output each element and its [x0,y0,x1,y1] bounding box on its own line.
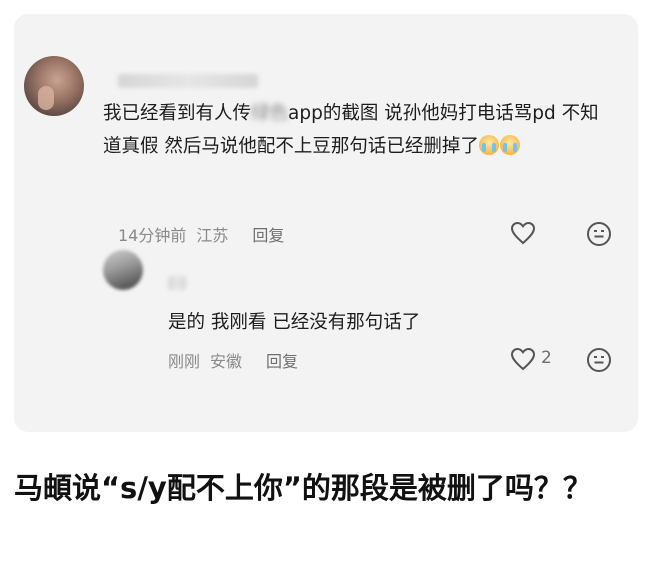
reply-name-blurred [168,276,186,290]
comment-text: 我已经看到有人传绿色app的截图 说孙他妈打电话骂pd 不知道真假 然后马说他配… [103,97,613,163]
comment-text-blurred: 绿色 [251,103,289,124]
commenter-avatar[interactable] [24,56,84,116]
reply-avatar[interactable] [103,250,143,290]
comment-card [14,14,638,432]
heart-icon[interactable] [510,221,536,245]
comment-meta: 14分钟前 江苏 回复 [118,222,294,246]
reply-text: 是的 我刚看 已经没有那句话了 [168,312,421,333]
post-headline: 马頔说“s/y配不上你”的那段是被删了吗？？ [14,471,592,505]
crying-emoji-icon [478,135,499,155]
heart-icon[interactable] [510,347,536,371]
reply-time: 刚刚 [168,352,201,371]
reply-reply-button[interactable]: 回复 [266,348,298,372]
comment-text-part1: 我已经看到有人传 [103,103,252,124]
reply-like-count: 2 [541,348,552,368]
comment-location: 江苏 [196,226,229,245]
comment-reply-button[interactable]: 回复 [252,222,284,246]
emoji-react-icon[interactable] [586,221,612,247]
emoji-react-icon[interactable] [586,347,612,373]
comment-time: 14分钟前 [118,226,187,245]
reply-location: 安徽 [210,352,243,371]
reply-meta: 刚刚 安徽 回复 [168,348,308,372]
crying-emoji-icon [499,135,520,155]
commenter-name-blurred [118,74,258,88]
